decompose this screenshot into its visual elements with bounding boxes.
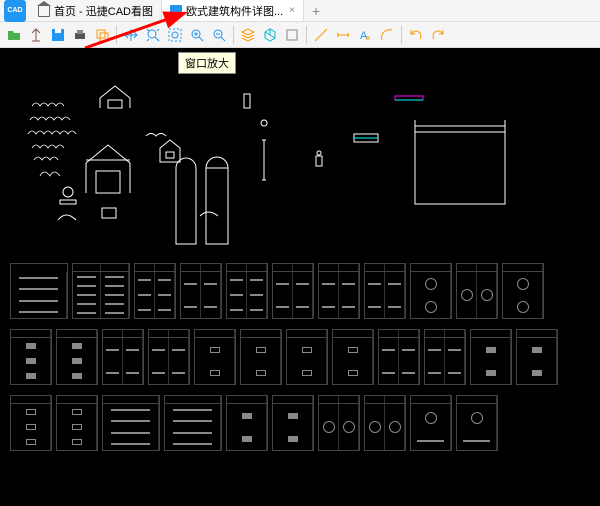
tooltip: 窗口放大: [178, 52, 236, 74]
sheet-thumb[interactable]: [134, 263, 176, 319]
sheet-thumb[interactable]: [318, 263, 360, 319]
sheet-thumb[interactable]: [272, 395, 314, 451]
open-button[interactable]: [4, 25, 24, 45]
sheet-thumb[interactable]: [56, 329, 98, 385]
zoom-in-button[interactable]: [187, 25, 207, 45]
3d-button[interactable]: [260, 25, 280, 45]
sheet-thumb[interactable]: [456, 263, 498, 319]
drawing-sheets: [10, 263, 590, 461]
sheet-thumb[interactable]: [286, 329, 328, 385]
sheet-thumb[interactable]: [272, 263, 314, 319]
arc-button[interactable]: [377, 25, 397, 45]
sheet-thumb[interactable]: [10, 395, 52, 451]
tree-button[interactable]: [26, 25, 46, 45]
sheet-thumb[interactable]: [516, 329, 558, 385]
new-tab-button[interactable]: +: [304, 3, 328, 19]
separator: [306, 26, 307, 44]
tab-home[interactable]: 首页 - 迅捷CAD看图: [30, 0, 162, 21]
svg-text:a: a: [366, 35, 370, 42]
sheet-thumb[interactable]: [364, 395, 406, 451]
sheet-thumb[interactable]: [364, 263, 406, 319]
sheet-thumb[interactable]: [318, 395, 360, 451]
separator: [233, 26, 234, 44]
sheet-thumb[interactable]: [424, 329, 466, 385]
print-button[interactable]: [70, 25, 90, 45]
sheet-thumb[interactable]: [72, 263, 130, 319]
sheet-thumb[interactable]: [10, 263, 68, 319]
box-button[interactable]: [282, 25, 302, 45]
sheet-thumb[interactable]: [148, 329, 190, 385]
close-icon[interactable]: ×: [289, 5, 295, 16]
sheet-thumb[interactable]: [456, 395, 498, 451]
tab-label: 首页 - 迅捷CAD看图: [54, 3, 153, 19]
redo-button[interactable]: [428, 25, 448, 45]
pan-button[interactable]: [121, 25, 141, 45]
sheet-thumb[interactable]: [194, 329, 236, 385]
sheet-thumb[interactable]: [410, 263, 452, 319]
tab-label: 欧式建筑构件详图...: [186, 3, 283, 19]
sheet-thumb[interactable]: [240, 329, 282, 385]
sheet-thumb[interactable]: [226, 263, 268, 319]
zoom-window-button[interactable]: [165, 25, 185, 45]
sheet-thumb[interactable]: [56, 395, 98, 451]
text-button[interactable]: Aa: [355, 25, 375, 45]
tab-document[interactable]: 欧式建筑构件详图... ×: [162, 0, 304, 21]
sheet-thumb[interactable]: [226, 395, 268, 451]
layers-button[interactable]: [238, 25, 258, 45]
sheet-thumb[interactable]: [502, 263, 544, 319]
zoom-out-button[interactable]: [209, 25, 229, 45]
sheet-thumb[interactable]: [180, 263, 222, 319]
dimension-button[interactable]: [333, 25, 353, 45]
sheet-thumb[interactable]: [378, 329, 420, 385]
document-icon: [170, 5, 182, 17]
line-button[interactable]: [311, 25, 331, 45]
sheet-thumb[interactable]: [102, 395, 160, 451]
toolbar: Aa: [0, 22, 600, 48]
title-bar: CAD 首页 - 迅捷CAD看图 欧式建筑构件详图... × +: [0, 0, 600, 22]
separator: [116, 26, 117, 44]
sheet-thumb[interactable]: [10, 329, 52, 385]
copy-button[interactable]: [92, 25, 112, 45]
undo-button[interactable]: [406, 25, 426, 45]
sheet-thumb[interactable]: [470, 329, 512, 385]
sheet-thumb[interactable]: [102, 329, 144, 385]
sheet-thumb[interactable]: [164, 395, 222, 451]
sheet-thumb[interactable]: [332, 329, 374, 385]
cad-canvas[interactable]: [0, 48, 600, 506]
sheet-thumb[interactable]: [410, 395, 452, 451]
save-button[interactable]: [48, 25, 68, 45]
separator: [401, 26, 402, 44]
home-icon: [38, 5, 50, 17]
zoom-extents-button[interactable]: [143, 25, 163, 45]
cad-drawings: [0, 48, 600, 258]
app-icon: CAD: [4, 0, 26, 22]
